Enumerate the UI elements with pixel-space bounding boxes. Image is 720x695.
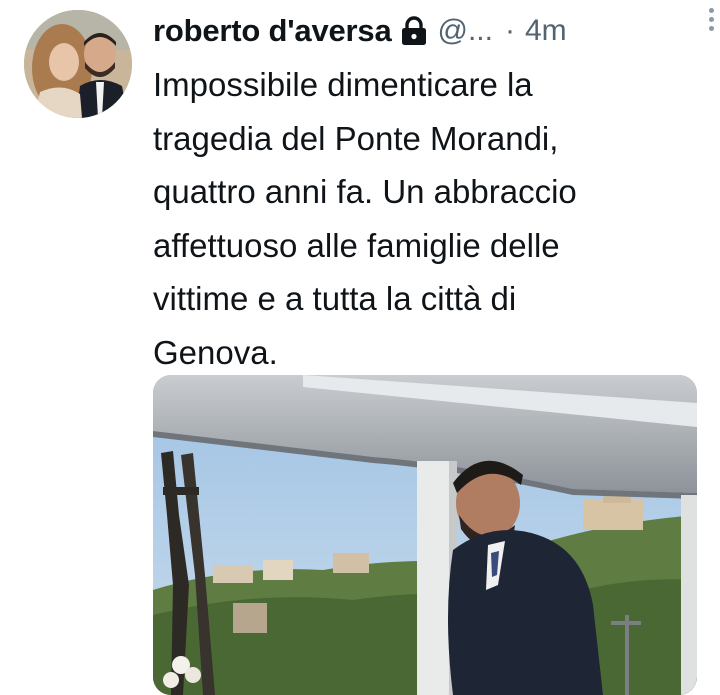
author-name[interactable]: roberto d'aversa bbox=[153, 13, 392, 49]
tweet-text: Impossibile dimenticare la tragedia del … bbox=[153, 66, 577, 371]
more-vertical-icon[interactable] bbox=[709, 8, 714, 31]
timestamp[interactable]: 4m bbox=[525, 14, 567, 48]
tweet[interactable]: roberto d'aversa @... · 4m Impossibile d… bbox=[0, 0, 720, 695]
tweet-header: roberto d'aversa @... · 4m bbox=[153, 8, 700, 54]
media-photo bbox=[153, 375, 697, 695]
author-handle[interactable]: @... bbox=[438, 14, 493, 48]
avatar[interactable] bbox=[24, 10, 132, 118]
separator-dot: · bbox=[504, 14, 515, 47]
lock-icon bbox=[400, 16, 428, 46]
avatar-photo bbox=[24, 10, 132, 118]
tweet-media[interactable] bbox=[153, 375, 697, 695]
